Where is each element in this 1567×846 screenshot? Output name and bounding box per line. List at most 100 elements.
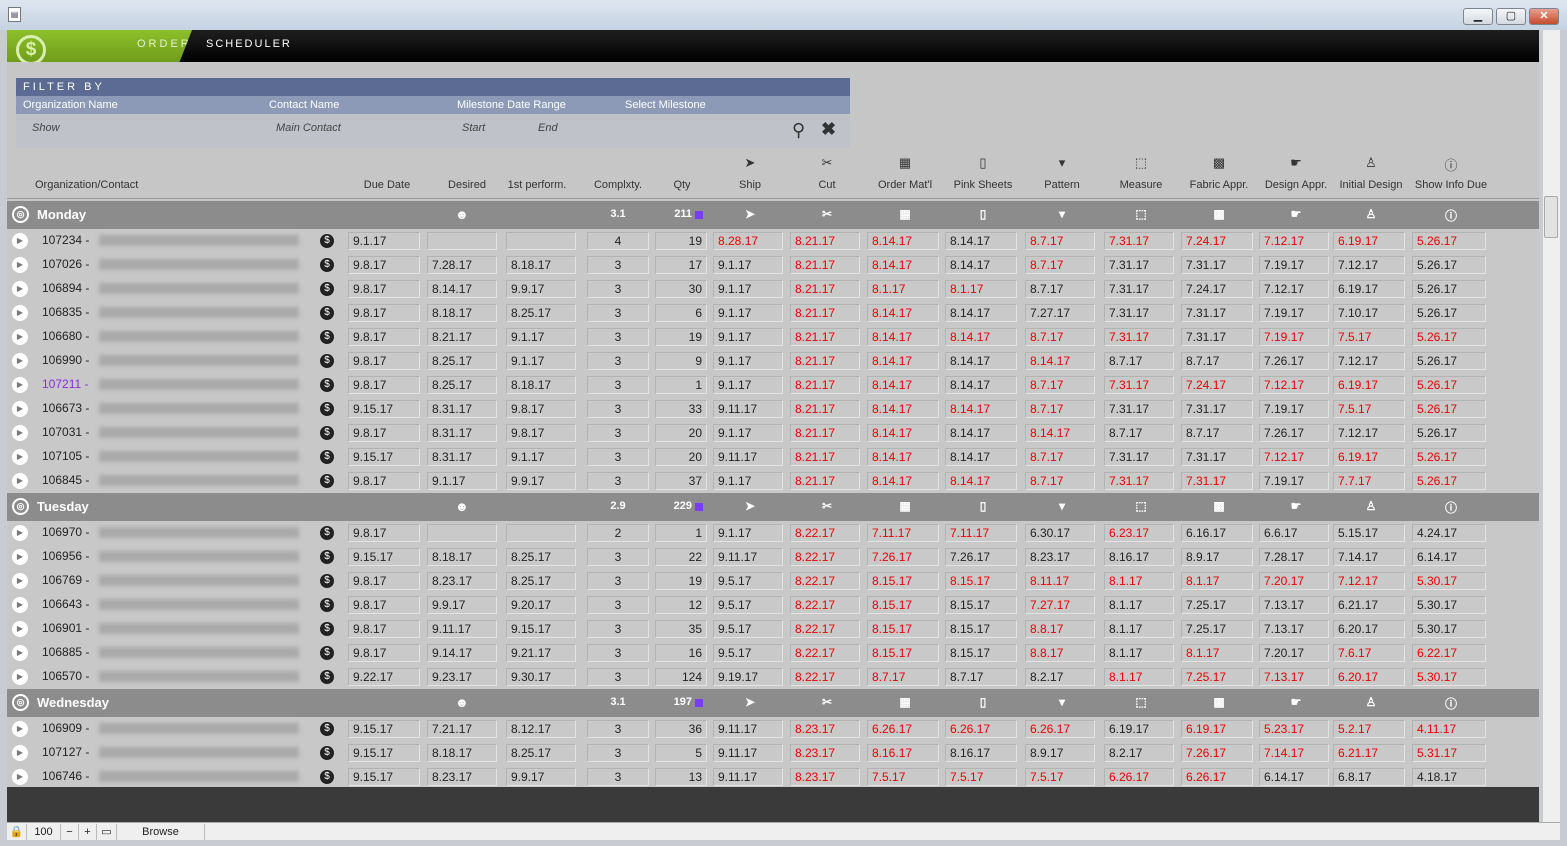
- complexity-cell[interactable]: 3: [587, 448, 649, 466]
- header-organization[interactable]: Organization/Contact: [35, 179, 138, 191]
- dollar-icon[interactable]: $: [320, 474, 334, 488]
- org-contact-name[interactable]: [99, 527, 299, 538]
- milestone-date-cell[interactable]: 8.14.17: [867, 448, 939, 466]
- milestone-date-cell[interactable]: 6.22.17: [1412, 644, 1486, 662]
- milestone-date-cell[interactable]: 7.11.17: [867, 524, 939, 542]
- milestone-date-cell[interactable]: 8.1.17: [1104, 620, 1174, 638]
- milestone-date-cell[interactable]: 7.27.17: [1025, 304, 1095, 322]
- due-date-cell[interactable]: 9.15.17: [348, 548, 420, 566]
- milestone-date-cell[interactable]: 7.11.17: [945, 524, 1017, 542]
- milestone-date-cell[interactable]: 6.21.17: [1333, 596, 1405, 614]
- first-perform-cell[interactable]: 9.30.17: [506, 668, 576, 686]
- dollar-icon[interactable]: $: [320, 282, 334, 296]
- first-perform-cell[interactable]: 8.25.17: [506, 304, 576, 322]
- qty-cell[interactable]: 12: [655, 596, 707, 614]
- milestone-date-cell[interactable]: 8.15.17: [867, 620, 939, 638]
- complexity-cell[interactable]: 3: [587, 400, 649, 418]
- qty-cell[interactable]: 17: [655, 256, 707, 274]
- play-icon[interactable]: ▶: [12, 621, 28, 637]
- milestone-date-cell[interactable]: 6.6.17: [1259, 524, 1329, 542]
- table-row[interactable]: ▶ 106970 - $9.8.17 2 1 9.1.17 8.22.17 7.11.17 7.…: [7, 521, 1539, 545]
- milestone-date-cell[interactable]: 8.1.17: [1104, 572, 1174, 590]
- milestone-date-cell[interactable]: 6.30.17: [1025, 524, 1095, 542]
- milestone-date-cell[interactable]: 9.11.17: [713, 400, 783, 418]
- dollar-icon[interactable]: $: [320, 258, 334, 272]
- milestone-date-cell[interactable]: 8.14.17: [867, 328, 939, 346]
- first-perform-cell[interactable]: 9.1.17: [506, 352, 576, 370]
- milestone-date-cell[interactable]: 7.12.17: [1333, 256, 1405, 274]
- milestone-date-cell[interactable]: 8.15.17: [945, 644, 1017, 662]
- play-icon[interactable]: ▶: [12, 233, 28, 249]
- milestone-date-cell[interactable]: 8.14.17: [945, 304, 1017, 322]
- vertical-scrollbar[interactable]: [1542, 30, 1560, 825]
- order-id[interactable]: 106990 -: [42, 353, 89, 367]
- milestone-date-cell[interactable]: 8.14.17: [945, 352, 1017, 370]
- header-milestone-3[interactable]: Pink Sheets: [945, 179, 1021, 191]
- play-icon[interactable]: ▶: [12, 449, 28, 465]
- milestone-date-cell[interactable]: 8.21.17: [790, 424, 860, 442]
- milestone-date-cell[interactable]: 9.11.17: [713, 548, 783, 566]
- milestone-date-cell[interactable]: 8.21.17: [790, 328, 860, 346]
- first-perform-cell[interactable]: 9.8.17: [506, 400, 576, 418]
- table-row[interactable]: ▶ 106901 - $9.8.17 9.11.17 9.15.17 3 35 9.5.17 8…: [7, 617, 1539, 641]
- milestone-date-cell[interactable]: 5.26.17: [1412, 280, 1486, 298]
- qty-cell[interactable]: 19: [655, 232, 707, 250]
- org-contact-name[interactable]: [99, 647, 299, 658]
- desired-cell[interactable]: [427, 232, 497, 250]
- milestone-date-cell[interactable]: 7.31.17: [1104, 256, 1174, 274]
- org-contact-name[interactable]: [99, 575, 299, 586]
- play-icon[interactable]: ▶: [12, 573, 28, 589]
- dollar-icon[interactable]: $: [320, 378, 334, 392]
- order-id[interactable]: 106909 -: [42, 721, 89, 735]
- org-contact-name[interactable]: [99, 355, 299, 366]
- milestone-date-cell[interactable]: 7.31.17: [1104, 304, 1174, 322]
- milestone-date-cell[interactable]: 8.7.17: [1025, 328, 1095, 346]
- milestone-date-cell[interactable]: 4.24.17: [1412, 524, 1486, 542]
- table-row[interactable]: ▶ 107127 - $9.15.17 8.18.17 8.25.17 3 5 9.11.17…: [7, 741, 1539, 765]
- play-icon[interactable]: ▶: [12, 305, 28, 321]
- dollar-icon[interactable]: $: [320, 426, 334, 440]
- play-icon[interactable]: ▶: [12, 329, 28, 345]
- org-contact-name[interactable]: [99, 331, 299, 342]
- order-id[interactable]: 107234 -: [42, 233, 89, 247]
- milestone-date-cell[interactable]: 8.21.17: [790, 280, 860, 298]
- milestone-date-cell[interactable]: 8.22.17: [790, 572, 860, 590]
- header-milestone-6[interactable]: Fabric Appr.: [1181, 179, 1257, 191]
- dollar-icon[interactable]: $: [320, 402, 334, 416]
- milestone-date-cell[interactable]: 8.21.17: [790, 448, 860, 466]
- desired-cell[interactable]: 9.23.17: [427, 668, 497, 686]
- play-icon[interactable]: ▶: [12, 721, 28, 737]
- header-milestone-9[interactable]: Show Info Due: [1412, 179, 1490, 191]
- milestone-date-cell[interactable]: 7.12.17: [1259, 376, 1329, 394]
- first-perform-cell[interactable]: 9.8.17: [506, 424, 576, 442]
- milestone-date-cell[interactable]: 7.31.17: [1181, 256, 1253, 274]
- milestone-date-cell[interactable]: 8.14.17: [945, 448, 1017, 466]
- milestone-date-cell[interactable]: 8.21.17: [790, 256, 860, 274]
- play-icon[interactable]: ▶: [12, 769, 28, 785]
- order-id[interactable]: 106956 -: [42, 549, 89, 563]
- milestone-date-cell[interactable]: 8.14.17: [867, 424, 939, 442]
- due-date-cell[interactable]: 9.8.17: [348, 352, 420, 370]
- complexity-cell[interactable]: 3: [587, 424, 649, 442]
- dollar-icon[interactable]: $: [320, 598, 334, 612]
- due-date-cell[interactable]: 9.8.17: [348, 304, 420, 322]
- due-date-cell[interactable]: 9.15.17: [348, 744, 420, 762]
- desired-cell[interactable]: 9.14.17: [427, 644, 497, 662]
- order-id[interactable]: 106885 -: [42, 645, 89, 659]
- milestone-date-cell[interactable]: 9.1.17: [713, 424, 783, 442]
- milestone-date-cell[interactable]: 8.7.17: [1181, 424, 1253, 442]
- milestone-date-cell[interactable]: 8.1.17: [1181, 644, 1253, 662]
- milestone-date-cell[interactable]: 8.16.17: [1104, 548, 1174, 566]
- milestone-date-cell[interactable]: 7.31.17: [1104, 280, 1174, 298]
- milestone-date-cell[interactable]: 8.7.17: [867, 668, 939, 686]
- milestone-date-cell[interactable]: 8.15.17: [945, 596, 1017, 614]
- milestone-date-cell[interactable]: 8.22.17: [790, 548, 860, 566]
- complexity-cell[interactable]: 3: [587, 668, 649, 686]
- org-contact-name[interactable]: [99, 307, 299, 318]
- milestone-date-cell[interactable]: 8.14.17: [867, 304, 939, 322]
- milestone-date-cell[interactable]: 6.20.17: [1333, 668, 1405, 686]
- milestone-date-cell[interactable]: 8.15.17: [867, 644, 939, 662]
- qty-cell[interactable]: 13: [655, 768, 707, 786]
- complexity-cell[interactable]: 3: [587, 280, 649, 298]
- play-icon[interactable]: ▶: [12, 257, 28, 273]
